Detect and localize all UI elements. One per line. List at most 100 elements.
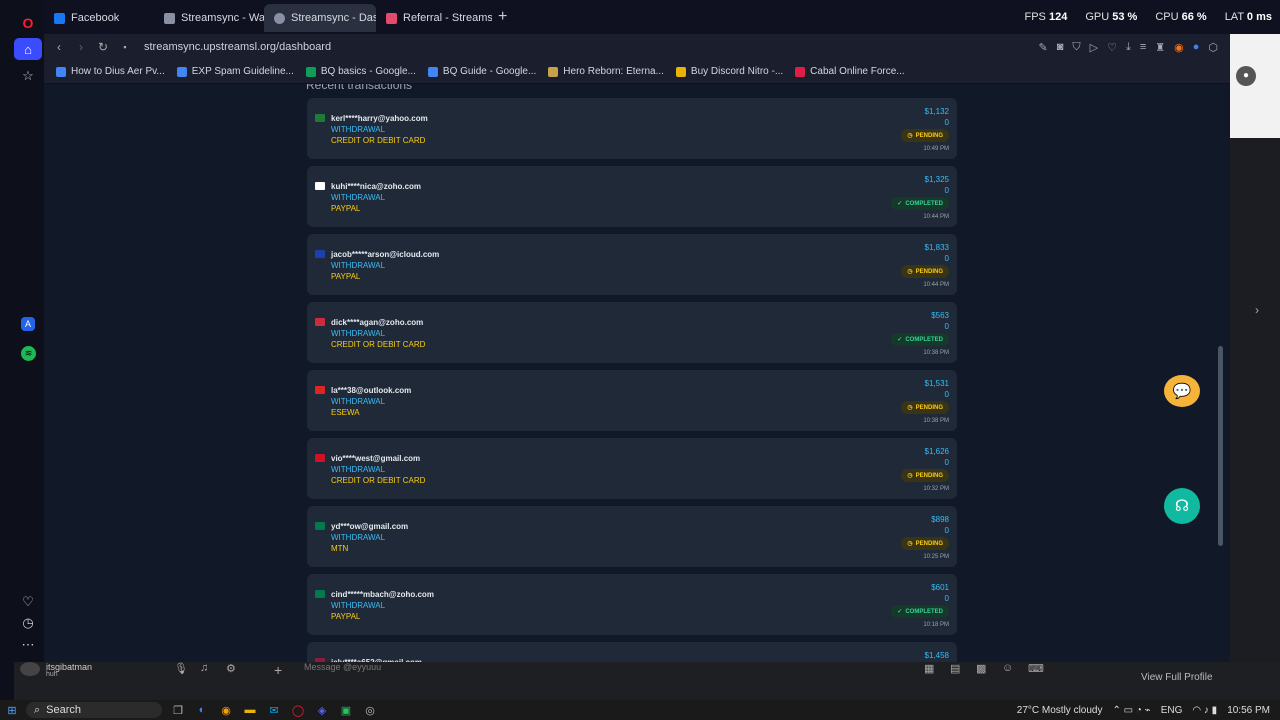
avatar[interactable]	[20, 662, 40, 676]
check-icon: ✓	[897, 337, 903, 343]
taskbar-search[interactable]: ⌕ Search	[26, 702, 162, 718]
status-badge: ◷ PENDING	[901, 265, 949, 278]
transaction-amount: $898	[931, 515, 949, 524]
transaction-time: 10:49 PM	[923, 146, 949, 152]
wallet-icon[interactable]: ♜	[1155, 41, 1165, 54]
url-field[interactable]: streamsync.upstreamsl.org/dashboard	[144, 41, 331, 53]
bookmark-item[interactable]: BQ Guide - Google...	[427, 66, 536, 77]
tab-referral[interactable]: Referral - Streamsync Earn	[376, 4, 492, 32]
chevron-right-icon[interactable]: ›	[1255, 303, 1259, 317]
windows-taskbar: ⊞ ⌕ Search ❐ ◐ ◉ ▬ ✉ ◯ ◈ ▣ ◎ 27°C Mostly…	[0, 700, 1280, 720]
sticker-icon[interactable]: ▩	[976, 662, 986, 675]
app-icon[interactable]: ◎	[362, 704, 378, 717]
transaction-amount: $1,132	[924, 107, 949, 116]
status-label: PENDING	[915, 472, 943, 479]
file-explorer-icon[interactable]: ▬	[242, 704, 258, 716]
gift-icon[interactable]: ▦	[924, 662, 934, 675]
network-icon[interactable]: ◠ ♪ ▮	[1192, 705, 1217, 716]
opera-icon[interactable]: ◯	[290, 704, 306, 717]
country-flag-icon	[315, 386, 325, 394]
emoji-icon[interactable]: ☺	[1002, 662, 1013, 674]
bookmark-item[interactable]: Buy Discord Nitro -...	[675, 66, 783, 77]
transaction-secondary-value: 0	[944, 186, 949, 195]
reload-icon[interactable]: ↻	[92, 40, 114, 54]
star-icon[interactable]: ☆	[14, 65, 42, 87]
system-tray: 27°C Mostly cloudy ⌃ ▭ ◔ ⌁ ENG ◠ ♪ ▮ 10:…	[1017, 700, 1270, 720]
transaction-card: yd***ow@gmail.com WITHDRAWAL MTN $898 0 ◷ PEND…	[307, 506, 957, 567]
transaction-amount: $1,325	[924, 175, 949, 184]
bookmarks-bar: How to Dius Aer Pv... EXP Spam Guideline…	[44, 60, 1230, 84]
performance-overlay: FPS 124 GPU 53 % CPU 66 % LAT 0 ms	[1025, 0, 1273, 34]
transaction-card: la***38@outlook.com WITHDRAWAL ESEWA $1,531…	[307, 370, 957, 431]
support-headset-icon[interactable]: ☊	[1164, 488, 1200, 524]
settings-icon[interactable]: ⚙	[226, 662, 236, 675]
menu-icon[interactable]: ≡	[1140, 41, 1146, 53]
transaction-time: 10:32 PM	[923, 486, 949, 492]
tab-facebook[interactable]: Facebook	[44, 4, 154, 32]
cube-icon[interactable]: ⬡	[1208, 41, 1218, 54]
forward-icon[interactable]: ›	[70, 40, 92, 54]
back-icon[interactable]: ‹	[48, 40, 70, 54]
play-icon[interactable]: ▷	[1090, 41, 1098, 54]
chrome-icon[interactable]: ◉	[218, 704, 234, 717]
tab-streamsync-watch[interactable]: Streamsync - Watch	[154, 4, 264, 32]
heart-icon[interactable]: ♡	[14, 591, 42, 613]
game-controller-icon[interactable]: ⌨	[1028, 662, 1044, 675]
headphones-icon[interactable]: ♫	[200, 662, 208, 674]
new-tab-button[interactable]: +	[498, 8, 507, 26]
bookmark-item[interactable]: BQ basics - Google...	[305, 66, 416, 77]
bookmark-item[interactable]: EXP Spam Guideline...	[176, 66, 294, 77]
transaction-time: 10:25 PM	[923, 554, 949, 560]
heart-icon[interactable]: ♡	[1107, 41, 1117, 54]
windows-start-icon[interactable]: ⊞	[4, 704, 20, 717]
scrollbar[interactable]	[1218, 346, 1223, 546]
clock[interactable]: 10:56 PM	[1227, 705, 1270, 716]
extension-icon[interactable]: ◉	[1174, 41, 1184, 54]
download-icon[interactable]: ⤓	[1126, 41, 1131, 54]
status-label: PENDING	[915, 540, 943, 547]
app-store-icon[interactable]: A	[21, 317, 35, 331]
history-icon[interactable]: ◷	[14, 612, 42, 634]
transaction-card: jely****a652@gmail.com$1,458	[307, 642, 957, 662]
tab-streamsync-dashboard[interactable]: Streamsync - Dashboard	[264, 4, 376, 32]
status-badge: ◷ PENDING	[901, 469, 949, 482]
bookmark-item[interactable]: Hero Reborn: Eterna...	[548, 66, 664, 77]
bookmark-item[interactable]: Cabal Online Force...	[795, 66, 905, 77]
outlook-icon[interactable]: ✉	[266, 704, 282, 717]
transaction-secondary-value: 0	[944, 322, 949, 331]
recent-transactions-title: Recent transactions	[306, 84, 413, 92]
transaction-secondary-value: 0	[944, 526, 949, 535]
transaction-secondary-value: 0	[944, 254, 949, 263]
message-input[interactable]: Message @eyyuuu	[304, 662, 381, 672]
vpn-icon[interactable]: ●	[1193, 41, 1200, 53]
country-flag-icon	[315, 522, 325, 530]
transaction-email: kuhi****nica@zoho.com	[331, 182, 422, 191]
edge-icon[interactable]: ◐	[194, 704, 210, 716]
add-attachment-icon[interactable]: +	[274, 662, 282, 678]
excel-icon[interactable]: ▣	[338, 704, 354, 717]
chat-bubble-icon[interactable]: 💬	[1164, 375, 1200, 407]
opera-logo-icon[interactable]: O	[14, 12, 42, 34]
more-icon[interactable]: ⋯	[14, 634, 42, 656]
country-flag-icon	[315, 114, 325, 122]
tray-icons[interactable]: ⌃ ▭ ◔ ⌁	[1112, 705, 1150, 716]
task-view-icon[interactable]: ❐	[170, 704, 186, 717]
weather[interactable]: 27°C Mostly cloudy	[1017, 705, 1103, 716]
language[interactable]: ENG	[1161, 705, 1183, 716]
sheet-icon	[305, 66, 316, 77]
tab-label: Referral - Streamsync Earn	[403, 12, 492, 24]
shield-icon[interactable]: ⛉	[1072, 41, 1080, 54]
transaction-amount: $1,458	[924, 651, 949, 660]
camera-icon[interactable]: ◙	[1057, 41, 1064, 53]
bookmark-item[interactable]: How to Dius Aer Pv...	[56, 66, 165, 77]
country-flag-icon	[315, 590, 325, 598]
discord-icon[interactable]: ◈	[314, 704, 330, 717]
spotify-icon[interactable]: ≋	[21, 346, 36, 361]
view-full-profile-button[interactable]: View Full Profile	[1141, 672, 1213, 683]
transaction-secondary-value: 0	[944, 458, 949, 467]
edit-icon[interactable]: ✎	[1038, 41, 1047, 54]
mic-icon[interactable]: 🎙	[174, 662, 188, 675]
home-icon[interactable]: ⌂	[14, 38, 42, 60]
profile-icon[interactable]: ●	[1236, 66, 1256, 86]
gif-icon[interactable]: ▤	[950, 662, 960, 675]
